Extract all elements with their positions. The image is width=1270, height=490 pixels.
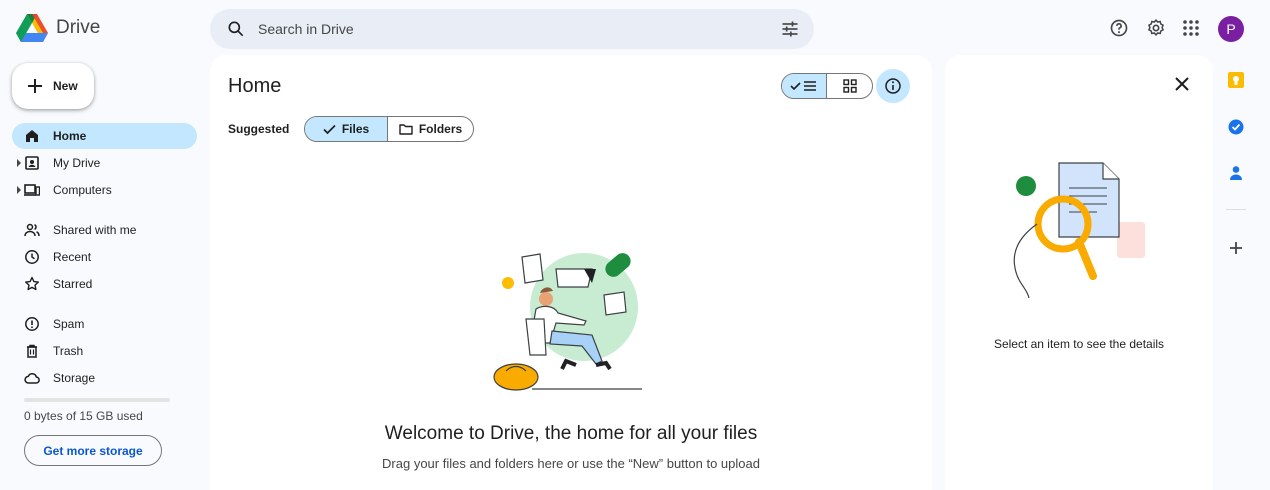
view-details-button[interactable] xyxy=(876,69,910,103)
page-title: Home xyxy=(228,75,282,97)
check-icon xyxy=(323,124,336,134)
grid-view-icon xyxy=(842,79,857,93)
account-avatar[interactable]: P xyxy=(1218,16,1244,42)
contacts-icon[interactable] xyxy=(1227,164,1245,182)
home-icon xyxy=(26,130,38,142)
folder-icon xyxy=(399,124,413,135)
sidebar-item-computers[interactable]: Computers xyxy=(12,177,197,203)
details-panel: Select an item to see the details xyxy=(945,55,1213,490)
settings-icon[interactable] xyxy=(1145,17,1167,39)
sidebar-item-spam[interactable]: Spam xyxy=(12,311,197,337)
sidebar-item-home[interactable]: Home xyxy=(12,123,197,149)
list-view-button[interactable] xyxy=(782,74,828,98)
sidebar-item-label: My Drive xyxy=(53,156,101,170)
top-bar: Drive Search in Drive P xyxy=(0,0,1270,58)
clock-icon xyxy=(25,250,39,264)
folders-chip-label: Folders xyxy=(418,122,463,136)
keep-icon[interactable] xyxy=(1227,71,1245,89)
sidebar-item-storage[interactable]: Storage xyxy=(12,365,197,391)
search-input[interactable]: Search in Drive xyxy=(258,21,354,37)
my-drive-icon xyxy=(25,156,39,170)
suggested-filter-chips: Files Folders xyxy=(304,116,474,142)
sidebar-item-my-drive[interactable]: My Drive xyxy=(12,150,197,176)
new-button-label: New xyxy=(53,79,78,93)
help-icon[interactable] xyxy=(1108,17,1130,39)
search-bar[interactable]: Search in Drive xyxy=(210,9,814,49)
folders-chip[interactable]: Folders xyxy=(388,117,473,141)
add-addon-icon[interactable] xyxy=(1227,239,1245,257)
sidebar-item-starred[interactable]: Starred xyxy=(12,271,197,297)
grid-view-button[interactable] xyxy=(827,74,872,98)
storage-usage-bar xyxy=(24,398,170,402)
sidebar-item-label: Shared with me xyxy=(53,223,137,237)
sidebar-item-label: Recent xyxy=(53,250,92,264)
app-name: Drive xyxy=(56,17,101,38)
sidebar-item-label: Computers xyxy=(53,183,112,197)
computers-icon xyxy=(24,184,40,196)
sidebar-item-label: Home xyxy=(53,129,87,143)
plus-icon xyxy=(28,79,42,93)
close-icon[interactable] xyxy=(1173,75,1191,93)
search-options-icon[interactable] xyxy=(780,19,800,39)
details-illustration xyxy=(1013,162,1145,298)
files-chip[interactable]: Files xyxy=(305,117,389,141)
search-icon[interactable] xyxy=(226,19,246,39)
sidebar-item-trash[interactable]: Trash xyxy=(12,338,197,364)
spam-icon xyxy=(25,317,39,331)
storage-usage-text: 0 bytes of 15 GB used xyxy=(24,409,143,423)
drive-logo[interactable]: Drive xyxy=(16,14,100,42)
trash-icon xyxy=(27,344,37,358)
cloud-icon xyxy=(24,373,40,384)
get-more-storage-button[interactable]: Get more storage xyxy=(24,435,162,466)
tasks-icon[interactable] xyxy=(1227,118,1245,136)
files-chip-label: Files xyxy=(341,122,370,136)
sidebar-item-label: Spam xyxy=(53,317,85,331)
sidebar-item-label: Storage xyxy=(53,371,96,385)
shared-icon xyxy=(24,223,40,237)
apps-grid-icon[interactable] xyxy=(1180,17,1202,39)
rail-divider xyxy=(1226,209,1246,210)
welcome-illustration xyxy=(493,253,642,391)
view-toggle xyxy=(781,73,873,99)
drive-logo-icon xyxy=(16,14,48,42)
list-view-icon xyxy=(790,81,816,91)
welcome-subtitle: Drag your files and folders here or use … xyxy=(382,456,760,471)
sidebar-item-label: Starred xyxy=(53,277,93,291)
info-icon xyxy=(885,78,901,94)
sidebar-item-label: Trash xyxy=(53,344,84,358)
star-icon xyxy=(25,276,39,291)
suggested-label: Suggested xyxy=(228,122,290,136)
sidebar-item-recent[interactable]: Recent xyxy=(12,244,197,270)
welcome-title: Welcome to Drive, the home for all your … xyxy=(384,423,758,444)
expand-caret-icon[interactable] xyxy=(17,186,21,194)
main-content: Home Suggested Files Folders Welcome to … xyxy=(210,55,932,490)
details-empty-message: Select an item to see the details xyxy=(993,337,1165,351)
expand-caret-icon[interactable] xyxy=(17,159,21,167)
sidebar-item-shared-with-me[interactable]: Shared with me xyxy=(12,217,197,243)
new-button[interactable]: New xyxy=(12,63,94,109)
